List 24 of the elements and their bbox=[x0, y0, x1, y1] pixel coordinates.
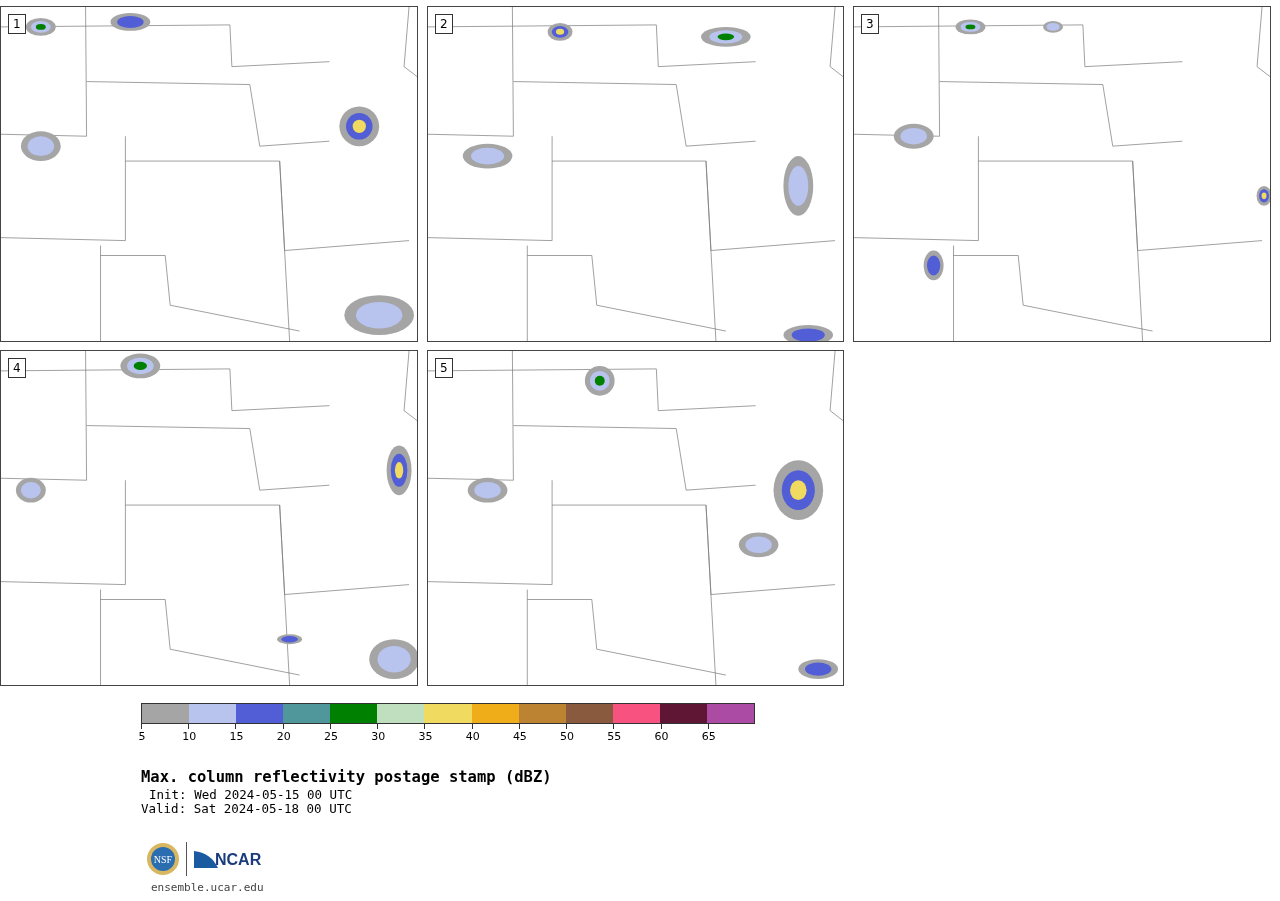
tick-label: 40 bbox=[464, 730, 481, 743]
tick-label: 25 bbox=[322, 730, 339, 743]
tick-label: 10 bbox=[181, 730, 198, 743]
tick-label: 50 bbox=[559, 730, 576, 743]
logo-text: NCAR bbox=[215, 851, 262, 869]
panel-number: 5 bbox=[435, 358, 453, 378]
tick-label: 60 bbox=[653, 730, 670, 743]
tick-label: 65 bbox=[700, 730, 717, 743]
tick-label: 55 bbox=[606, 730, 623, 743]
tick-label: 20 bbox=[275, 730, 292, 743]
tick-label: 45 bbox=[511, 730, 528, 743]
chart-title: Max. column reflectivity postage stamp (dBZ) bbox=[141, 768, 553, 786]
panel-number: 3 bbox=[861, 14, 879, 34]
seal-logo: NSF bbox=[146, 842, 180, 876]
tick-label: 15 bbox=[228, 730, 245, 743]
panel-number: 2 bbox=[435, 14, 453, 34]
tick-label: 30 bbox=[370, 730, 387, 743]
site-url: ensemble.ucar.edu bbox=[151, 881, 265, 894]
init-time: Init: Wed 2024-05-15 00 UTC bbox=[148, 788, 354, 802]
panel-number: 4 bbox=[8, 358, 26, 378]
panel-number: 1 bbox=[8, 14, 26, 34]
tick-label: 5 bbox=[137, 730, 147, 743]
tick-label: 35 bbox=[417, 730, 434, 743]
valid-time: Valid: Sat 2024-05-18 00 UTC bbox=[141, 802, 353, 816]
